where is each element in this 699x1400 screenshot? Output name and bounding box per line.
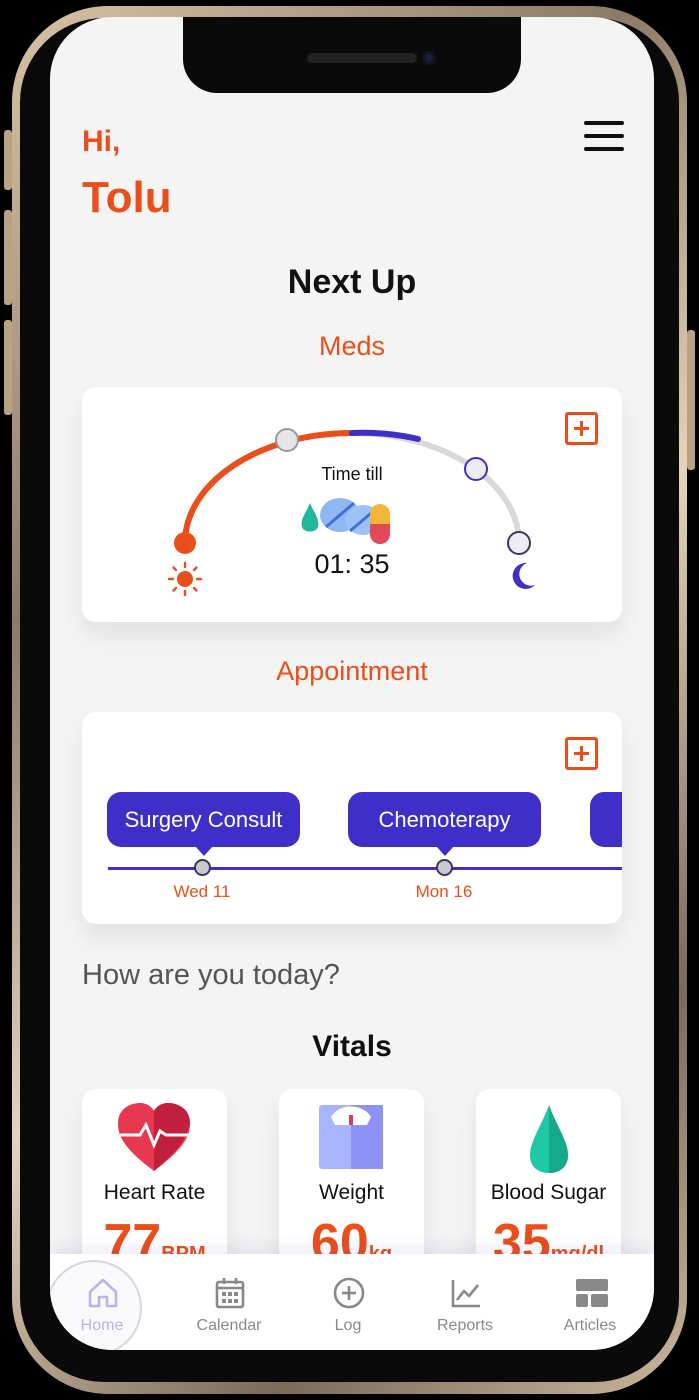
vital-name: Heart Rate xyxy=(103,1181,206,1204)
phone-side-button xyxy=(687,330,695,470)
chart-icon xyxy=(451,1280,480,1308)
sun-icon xyxy=(167,561,203,597)
phone-side-button xyxy=(4,210,12,305)
arc-start-dot xyxy=(174,532,196,554)
arc-marker-dot xyxy=(507,531,531,555)
tab-calendar[interactable]: Calendar xyxy=(169,1254,289,1350)
calendar-icon xyxy=(215,1278,245,1309)
time-till-label: Time till xyxy=(321,464,383,484)
layout-icon xyxy=(576,1279,608,1307)
heart-icon xyxy=(118,1103,190,1171)
app-screen: Hi, Tolu Next Up Meds Time till 01: 35 A… xyxy=(50,17,654,1350)
timeline-dot xyxy=(194,859,211,876)
time-till-value: 01: 35 xyxy=(314,549,390,579)
tab-articles[interactable]: Articles xyxy=(530,1254,650,1350)
tab-bar: Home Calendar Log Reports Articles xyxy=(50,1254,654,1350)
notch xyxy=(183,17,521,93)
arc-marker-dot xyxy=(275,428,299,452)
tab-reports[interactable]: Reports xyxy=(405,1254,525,1350)
speaker-grille xyxy=(307,53,417,63)
appointment-card[interactable]: Surgery Consult Chemoterapy Wed 11 Mon 1… xyxy=(82,712,622,924)
mood-question[interactable]: How are you today? xyxy=(82,959,340,992)
appointment-date: Wed 11 xyxy=(173,882,231,901)
appointment-timeline xyxy=(108,867,622,870)
tab-log[interactable]: Log xyxy=(288,1254,408,1350)
phone-side-button xyxy=(4,320,12,415)
moon-icon xyxy=(512,562,535,589)
appointment-item[interactable]: Surgery Consult xyxy=(107,792,300,856)
appointment-title: Appointment xyxy=(276,656,428,686)
menu-icon[interactable] xyxy=(582,119,626,153)
home-icon xyxy=(88,1278,118,1308)
tab-label: Calendar xyxy=(196,1317,262,1334)
tab-label: Articles xyxy=(563,1317,617,1334)
drop-icon xyxy=(530,1105,568,1173)
appointment-item[interactable]: Chemoterapy xyxy=(348,792,541,856)
tab-home[interactable]: Home xyxy=(50,1254,162,1350)
appointment-date: Mon 16 xyxy=(415,882,473,901)
pills-icon xyxy=(301,498,390,544)
next-up-title: Next Up xyxy=(287,263,417,301)
appointment-label: Surgery Consult xyxy=(124,806,283,832)
vitals-title: Vitals xyxy=(312,1030,392,1063)
med-schedule-arc xyxy=(167,428,535,597)
vital-name: Blood Sugar xyxy=(490,1181,607,1204)
greeting-hi: Hi, xyxy=(82,125,121,158)
tab-label: Reports xyxy=(436,1317,494,1334)
tab-label: Log xyxy=(334,1317,362,1334)
appointment-label: Chemoterapy xyxy=(378,806,511,832)
timeline-dot xyxy=(436,859,453,876)
phone-side-button xyxy=(4,130,12,190)
plus-circle-icon xyxy=(333,1277,365,1309)
meds-card[interactable]: Time till 01: 35 xyxy=(82,387,622,622)
vital-name: Weight xyxy=(319,1181,384,1204)
arc-marker-dot xyxy=(464,457,488,481)
appointment-item[interactable] xyxy=(590,792,622,847)
camera-icon xyxy=(422,51,436,65)
greeting-name: Tolu xyxy=(82,173,172,222)
meds-title: Meds xyxy=(318,331,386,361)
scale-icon xyxy=(319,1105,383,1169)
tab-label: Home xyxy=(80,1317,124,1334)
add-appointment-button[interactable] xyxy=(565,737,598,770)
